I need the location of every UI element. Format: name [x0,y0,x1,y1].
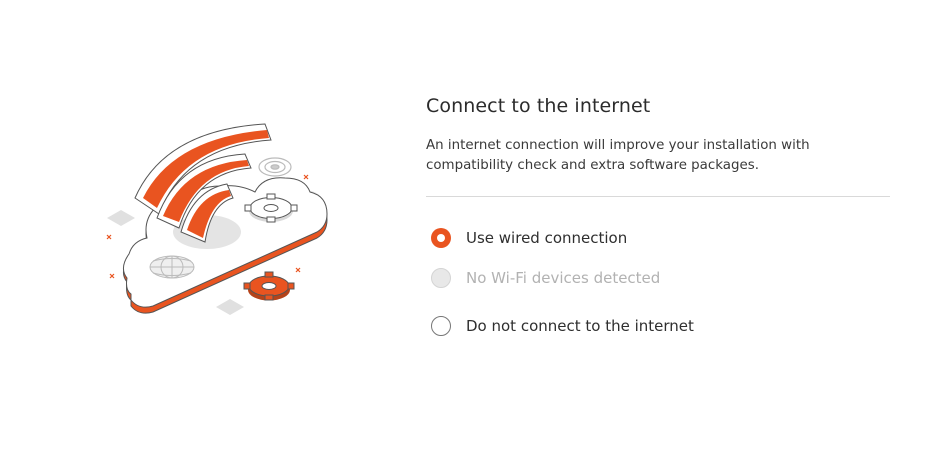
page-description: An internet connection will improve your… [426,138,810,173]
option-label: No Wi-Fi devices detected [466,269,661,287]
gear-icon [243,271,295,301]
diamond-decoration [107,210,135,226]
connect-internet-page: Connect to the internet An internet conn… [0,0,945,450]
connection-options: Use wired connection No Wi-Fi devices de… [426,220,890,344]
diamond-decoration [216,299,244,315]
option-label: Do not connect to the internet [466,317,694,335]
content-panel: Connect to the internet An internet conn… [426,94,890,344]
divider [426,196,890,197]
radio-selected-icon[interactable] [431,228,451,248]
option-no-connection[interactable]: Do not connect to the internet [426,308,890,344]
option-wired-connection[interactable]: Use wired connection [426,220,890,256]
page-title: Connect to the internet [426,95,651,117]
target-icon [258,157,292,177]
option-label: Use wired connection [466,229,628,247]
radio-unselected-icon[interactable] [431,316,451,336]
cloud-wifi-illustration [106,123,328,315]
radio-disabled-icon [431,268,451,288]
option-wifi: No Wi-Fi devices detected [426,260,890,296]
globe-icon [149,255,195,279]
